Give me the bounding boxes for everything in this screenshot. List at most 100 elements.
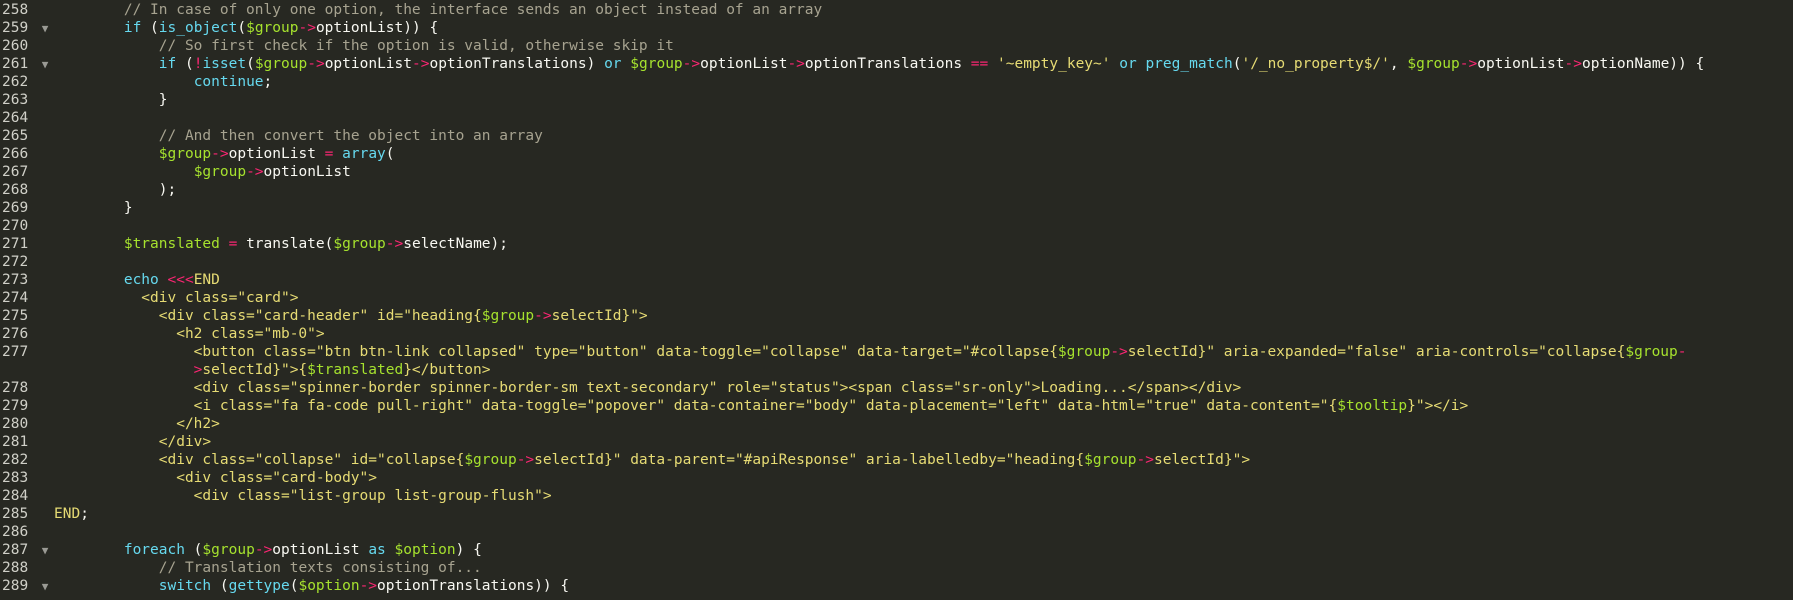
line-number: 279 [2, 398, 29, 414]
line-number: 261 [2, 56, 29, 72]
fold-arrow-icon[interactable]: ▼ [36, 20, 54, 38]
code-token: END [54, 506, 81, 522]
code-token: $group [202, 542, 255, 558]
code-token: <div class="card"> [54, 290, 299, 306]
code-token: }</button> [403, 362, 491, 378]
code-text: <button class="btn btn-link collapsed" t… [54, 343, 1687, 361]
line-number: 272 [2, 254, 29, 270]
code-line[interactable]: 259 ▼ if (is_object($group->optionList)) … [0, 19, 1793, 37]
code-line[interactable]: 263 } [0, 91, 1793, 109]
code-token: $group [333, 236, 386, 252]
code-line[interactable]: 288 // Translation texts consisting of..… [0, 559, 1793, 577]
code-line[interactable]: 273 echo <<<END [0, 271, 1793, 289]
code-token: -> [1136, 452, 1155, 468]
code-line[interactable]: 281 </div> [0, 433, 1793, 451]
code-line[interactable]: 268 ); [0, 181, 1793, 199]
code-token: isset [202, 56, 247, 72]
line-number: 274 [2, 290, 29, 306]
code-token: > [54, 362, 203, 378]
code-line[interactable]: >selectId}">{$translated}</button> [0, 361, 1793, 379]
code-line[interactable]: 286 [0, 523, 1793, 541]
code-line[interactable]: 282 <div class="collapse" id="collapse{$… [0, 451, 1793, 469]
line-number: 284 [2, 488, 29, 504]
code-editor[interactable]: 258 // In case of only one option, the i… [0, 0, 1793, 600]
code-line[interactable]: 279 <i class="fa fa-code pull-right" dat… [0, 397, 1793, 415]
code-token: <div class="card-body"> [54, 470, 378, 486]
code-line[interactable]: 270 [0, 217, 1793, 235]
code-line[interactable]: 260 // So first check if the option is v… [0, 37, 1793, 55]
line-number: 270 [2, 218, 29, 234]
code-token: <div class="list-group list-group-flush"… [54, 488, 552, 504]
code-token: // Translation texts consisting of... [158, 560, 482, 576]
code-token: $translated [123, 236, 220, 252]
fold-arrow-icon[interactable]: ▼ [36, 542, 54, 560]
code-line[interactable]: 266 $group->optionList = array( [0, 145, 1793, 163]
code-text: <div class="card-body"> [54, 469, 377, 487]
code-token: -> [1459, 56, 1478, 72]
code-line[interactable]: 280 </h2> [0, 415, 1793, 433]
code-token: or [1119, 56, 1137, 72]
code-token: </h2> [54, 416, 220, 432]
code-line[interactable]: 276 <h2 class="mb-0"> [0, 325, 1793, 343]
code-token: -> [298, 20, 316, 36]
code-token: $tooltip [1337, 398, 1408, 414]
code-token: $group [246, 20, 299, 36]
code-line[interactable]: 271 $translated = translate($group->sele… [0, 235, 1793, 253]
line-number: 285 [2, 506, 29, 522]
code-token: </div> [54, 434, 212, 450]
code-line[interactable]: 267 $group->optionList [0, 163, 1793, 181]
code-token: selectId}">{ [202, 362, 308, 378]
code-text: <div class="spinner-border spinner-borde… [54, 379, 1242, 397]
code-line[interactable]: 269 } [0, 199, 1793, 217]
code-token: -> [787, 56, 805, 72]
code-token: - [1677, 344, 1687, 360]
code-line[interactable]: 283 <div class="card-body"> [0, 469, 1793, 487]
code-line[interactable]: 265 // And then convert the object into … [0, 127, 1793, 145]
code-token: foreach [123, 542, 185, 558]
code-line[interactable]: 278 <div class="spinner-border spinner-b… [0, 379, 1793, 397]
code-text: </div> [54, 433, 211, 451]
fold-arrow-icon[interactable]: ▼ [36, 578, 54, 596]
code-text: // Translation texts consisting of... [54, 559, 482, 577]
code-token: == [970, 56, 989, 72]
code-line[interactable]: 272 [0, 253, 1793, 271]
code-line[interactable]: 274 <div class="card"> [0, 289, 1793, 307]
code-token: optionTranslations) [429, 56, 605, 72]
code-token: } [54, 92, 168, 108]
line-number: 265 [2, 128, 29, 144]
code-line[interactable]: 287 ▼ foreach ($group->optionList as $opt… [0, 541, 1793, 559]
code-line[interactable]: 285 END; [0, 505, 1793, 523]
code-token: switch [158, 578, 212, 594]
code-line[interactable]: 258 // In case of only one option, the i… [0, 1, 1793, 19]
code-token: $translated [307, 362, 404, 378]
code-line[interactable]: 262 continue; [0, 73, 1793, 91]
code-token: // In case of only one option, the inter… [123, 2, 823, 18]
code-text: continue; [54, 73, 273, 91]
code-token: optionList [272, 542, 369, 558]
code-line[interactable]: 277 <button class="btn btn-link collapse… [0, 343, 1793, 361]
code-line[interactable]: 284 <div class="list-group list-group-fl… [0, 487, 1793, 505]
code-token: ( [211, 578, 229, 594]
code-token: $option [298, 578, 360, 594]
code-line[interactable]: 261 ▼ if (!isset($group->optionList->opti… [0, 55, 1793, 73]
line-number: 283 [2, 470, 29, 486]
line-number: 271 [2, 236, 29, 252]
code-token: continue [193, 74, 264, 90]
code-line[interactable]: 264 [0, 109, 1793, 127]
fold-arrow-icon[interactable]: ▼ [36, 56, 54, 74]
code-token: <<< [167, 272, 194, 288]
code-line[interactable]: 275 <div class="card-header" id="heading… [0, 307, 1793, 325]
code-token: , [1389, 56, 1408, 72]
code-token: -> [534, 308, 552, 324]
code-line[interactable]: 289 ▼ switch (gettype($option->optionTran… [0, 577, 1793, 595]
code-token: -> [1110, 344, 1128, 360]
code-token: selectId}" aria-expanded="false" aria-co… [1127, 344, 1626, 360]
code-token: selectId}" data-parent="#apiResponse" ar… [534, 452, 1085, 468]
